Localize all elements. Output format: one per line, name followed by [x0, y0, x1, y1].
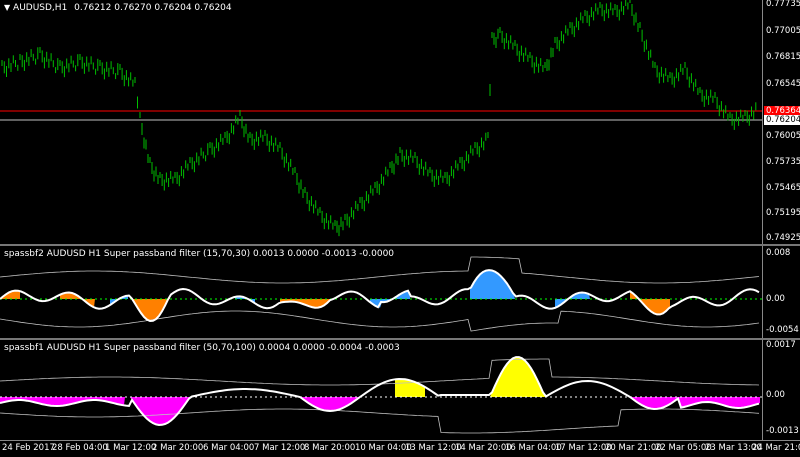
price-scale-tick: 0.76005: [766, 131, 800, 141]
time-axis-label: 24 Feb 2017: [2, 443, 55, 453]
time-axis-label: 8 Mar 20:00: [304, 443, 356, 453]
indicator2-plot: [0, 356, 762, 434]
time-axis-label: 24 Mar 21:00: [752, 443, 800, 453]
dropdown-arrow-icon[interactable]: ▼: [4, 3, 10, 12]
indicator2-scale[interactable]: 0.0017 0.00 -0.0013: [762, 340, 800, 440]
filter-line: [0, 269, 760, 323]
time-axis-label: 7 Mar 12:00: [254, 443, 306, 453]
time-axis-label: 17 Mar 12:00: [555, 443, 612, 453]
price-candles: [0, 0, 762, 237]
time-axis-label: 14 Mar 20:00: [455, 443, 512, 453]
chart-symbol-header: ▼ AUDUSD,H1 0.76212 0.76270 0.76204 0.76…: [4, 3, 232, 13]
time-axis-label: 20 Mar 21:00: [605, 443, 662, 453]
time-axis-label: 13 Mar 12:00: [405, 443, 462, 453]
time-axis-label: 1 Mar 12:00: [105, 443, 157, 453]
price-scale-tick: 0.76545: [766, 79, 800, 89]
time-axis-label: 16 Mar 04:00: [505, 443, 562, 453]
price-scale-tick: 0.77735: [766, 0, 800, 9]
price-scale-tick: 0.74925: [766, 233, 800, 243]
chart-title: AUDUSD,H1: [13, 3, 68, 13]
ind1-scale-bottom: -0.0054: [766, 325, 799, 335]
indicator1-pane[interactable]: spassbf2 AUDUSD H1 Super passband filter…: [0, 246, 762, 338]
lower-band: [0, 310, 760, 332]
time-axis-label: 28 Feb 04:00: [52, 443, 108, 453]
price-scale-tick: 0.75195: [766, 208, 800, 218]
lower-band: [0, 408, 760, 434]
ind2-scale-top: 0.0017: [766, 340, 796, 350]
price-scale-tick: 0.77005: [766, 26, 800, 36]
filter-line: [0, 356, 760, 427]
time-axis-label: 6 Mar 04:00: [203, 443, 255, 453]
time-axis-label: 10 Mar 04:00: [355, 443, 412, 453]
price-scale-tick: 0.75735: [766, 157, 800, 167]
indicator2-pane[interactable]: spassbf1 AUDUSD H1 Super passband filter…: [0, 340, 762, 440]
price-chart-pane[interactable]: ▼ AUDUSD,H1 0.76212 0.76270 0.76204 0.76…: [0, 0, 762, 244]
ind2-scale-bottom: -0.0013: [766, 426, 799, 436]
indicator2-title: spassbf1 AUDUSD H1 Super passband filter…: [4, 343, 400, 353]
indicator1-plot: [0, 256, 762, 332]
indicator1-title: spassbf2 AUDUSD H1 Super passband filter…: [4, 249, 395, 259]
price-scale-tick: 0.75465: [766, 183, 800, 193]
ind1-scale-top: 0.008: [766, 248, 791, 258]
current-price-badge: 0.76204: [764, 115, 800, 125]
ind2-scale-zero: 0.00: [766, 390, 785, 400]
ohlc-values: 0.76212 0.76270 0.76204 0.76204: [74, 3, 232, 13]
time-axis-label: 2 Mar 20:00: [152, 443, 204, 453]
upper-band: [0, 256, 760, 284]
upper-band: [0, 358, 760, 386]
indicator1-scale[interactable]: 0.008 0.00 -0.0054: [762, 246, 800, 338]
price-scale-tick: 0.76815: [766, 52, 800, 62]
time-axis-label: 22 Mar 05:00: [655, 443, 712, 453]
ind1-scale-zero: 0.00: [766, 294, 785, 304]
